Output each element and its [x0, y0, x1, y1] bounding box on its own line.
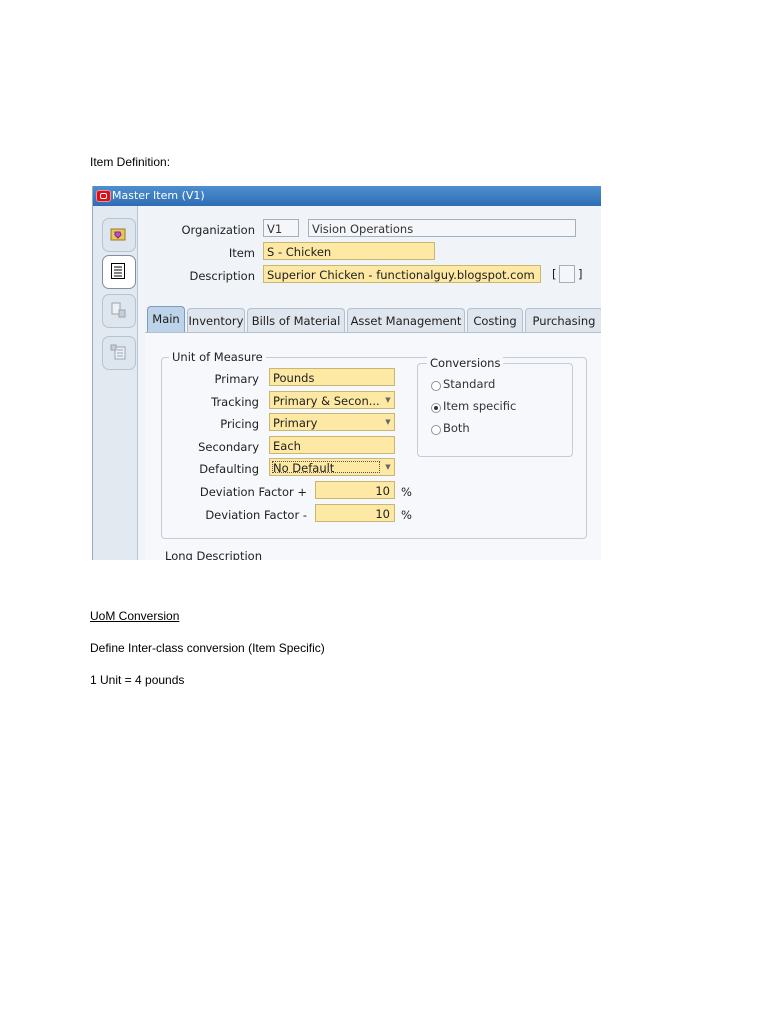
both-label[interactable]: Both [443, 421, 470, 435]
description-label: Description [189, 269, 256, 283]
standard-radio[interactable] [431, 381, 441, 391]
building-icon [111, 302, 126, 318]
building-button[interactable] [102, 294, 136, 328]
pricing-select[interactable]: Primary ▼ [269, 413, 395, 431]
master-item-window: Master Item (V1) Organization V1 Vision … [92, 186, 601, 560]
chevron-down-icon[interactable]: ▼ [382, 392, 394, 408]
tab-costing[interactable]: Costing [467, 308, 523, 333]
tab-asset-management[interactable]: Asset Management [347, 308, 465, 333]
unit-equation-text: 1 Unit = 4 pounds [90, 673, 185, 687]
window-title: Master Item (V1) [112, 189, 205, 202]
folder-icon [110, 228, 126, 241]
tree-list-icon [110, 344, 126, 360]
item-specific-radio[interactable] [431, 403, 441, 413]
primary-uom-field[interactable]: Pounds [269, 368, 395, 386]
main-tab-panel: Unit of Measure Primary Pounds Tracking … [145, 332, 601, 560]
window-titlebar: Master Item (V1) [93, 186, 601, 206]
flex-bracket-open: [ [552, 267, 557, 281]
item-specific-label[interactable]: Item specific [443, 399, 516, 413]
tab-main[interactable]: Main [147, 306, 185, 334]
tracking-label: Tracking [211, 395, 259, 409]
folder-button[interactable] [102, 218, 136, 252]
unit-of-measure-title: Unit of Measure [169, 350, 266, 364]
chevron-down-icon[interactable]: ▼ [382, 459, 394, 475]
focus-outline [272, 461, 380, 473]
description-field[interactable]: Superior Chicken - functionalguy.blogspo… [263, 265, 541, 283]
secondary-uom-field[interactable]: Each [269, 436, 395, 454]
deviation-plus-field[interactable]: 10 [315, 481, 395, 499]
chevron-down-icon[interactable]: ▼ [382, 414, 394, 430]
percent-sign: % [401, 508, 412, 522]
secondary-label: Secondary [198, 440, 259, 454]
pricing-label: Pricing [220, 417, 259, 431]
tracking-value: Primary & Secon... [273, 394, 380, 408]
tab-purchasing[interactable]: Purchasing [525, 308, 601, 333]
tree-list-button[interactable] [102, 336, 136, 370]
deviation-plus-label: Deviation Factor + [199, 485, 307, 499]
oracle-logo-icon [96, 190, 111, 202]
conversions-title: Conversions [427, 356, 504, 370]
pricing-value: Primary [273, 416, 318, 430]
deviation-minus-field[interactable]: 10 [315, 504, 395, 522]
tab-bills-of-material[interactable]: Bills of Material [247, 308, 345, 333]
organization-name-field[interactable]: Vision Operations [308, 219, 576, 237]
organization-code-field[interactable]: V1 [263, 219, 299, 237]
percent-sign: % [401, 485, 412, 499]
defaulting-select[interactable]: No Default ▼ [269, 458, 395, 476]
item-field[interactable]: S - Chicken [263, 242, 435, 260]
deviation-minus-label: Deviation Factor - [205, 508, 307, 522]
standard-label[interactable]: Standard [443, 377, 495, 391]
list-icon [111, 263, 125, 279]
inter-class-text: Define Inter-class conversion (Item Spec… [90, 641, 325, 655]
item-label: Item [228, 246, 255, 260]
both-radio[interactable] [431, 425, 441, 435]
long-description-label: Long Description [165, 549, 262, 560]
uom-conversion-heading: UoM Conversion [90, 609, 180, 623]
flex-bracket-close: ] [578, 267, 583, 281]
tab-inventory[interactable]: Inventory [187, 308, 245, 333]
list-button[interactable] [102, 255, 136, 289]
defaulting-label: Defaulting [199, 462, 259, 476]
left-toolbar [93, 206, 138, 560]
flexfield-button[interactable] [559, 265, 575, 283]
primary-label: Primary [214, 372, 259, 386]
tracking-select[interactable]: Primary & Secon... ▼ [269, 391, 395, 409]
organization-label: Organization [181, 223, 255, 237]
item-definition-heading: Item Definition: [90, 155, 171, 169]
